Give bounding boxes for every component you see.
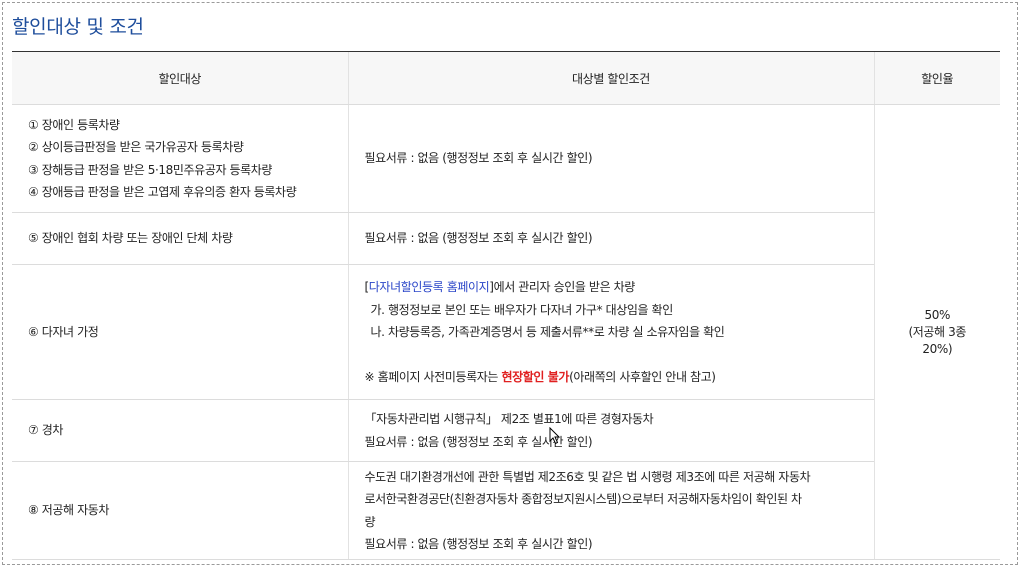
rate-value: 50% (924, 307, 951, 322)
target-item: ⑧ 저공해 자동차 (28, 503, 110, 518)
target-item: ⑥ 다자녀 가정 (28, 324, 99, 339)
discount-table: 할인대상 대상별 할인조건 할인율 ① 장애인 등록차량 ② 상이등급판정을 받… (12, 51, 1000, 560)
target-item: ④ 장애등급 판정을 받은 고엽제 후유의증 환자 등록차량 (28, 185, 297, 199)
target-item: ⑤ 장애인 협회 차량 또는 장애인 단체 차량 (28, 231, 233, 246)
notice-suffix: (아래쪽의 사후할인 안내 참고) (569, 369, 716, 384)
notice-prefix: ※ 홈페이지 사전미등록자는 (364, 369, 502, 384)
notice-highlight: 현장할인 불가 (501, 369, 570, 384)
mouse-cursor-icon (549, 427, 561, 445)
table-row: ① 장애인 등록차량 ② 상이등급판정을 받은 국가유공자 등록차량 ③ 장해등… (12, 104, 1000, 560)
condition-text: 량 (364, 514, 376, 529)
condition-line: [다자녀할인등록 홈페이지]에서 관리자 승인을 받은 차량 (365, 276, 858, 299)
condition-text: 「자동차관리법 시행규칙」 제2조 별표1에 따른 경형자동차 (364, 412, 654, 426)
target-cell: ⑦ 경차 (12, 399, 348, 462)
notice-line: ※ 홈페이지 사전미등록자는 현장할인 불가(아래쪽의 사후할인 안내 참고) (365, 366, 858, 389)
target-item: ① 장애인 등록차량 (28, 117, 120, 132)
condition-text: 로서한국환경공단(친환경자동차 종합정보지원시스템)으로부터 저공해자동차임이 … (364, 492, 803, 506)
condition-text: 수도권 대기환경개선에 관한 특별법 제2조6호 및 같은 법 시행령 제3조에… (364, 469, 811, 484)
condition-text: 필요서류 : 없음 (행정정보 조회 후 실시간 할인) (364, 151, 593, 166)
target-cell: ① 장애인 등록차량 ② 상이등급판정을 받은 국가유공자 등록차량 ③ 장해등… (12, 104, 348, 213)
rate-note: 20%) (922, 341, 953, 356)
rate-cell: 50% (저공해 3종 20%) (873, 104, 1000, 560)
multichild-registration-link[interactable]: 다자녀할인등록 홈페이지 (369, 280, 490, 294)
target-item: ⑦ 경차 (28, 423, 64, 438)
condition-text: 필요서류 : 없음 (행정정보 조회 후 실시간 할인) (364, 434, 593, 449)
condition-text: 필요서류 : 없음 (행정정보 조회 후 실시간 할인) (364, 231, 593, 246)
condition-cell: [다자녀할인등록 홈페이지]에서 관리자 승인을 받은 차량 가. 행정정보로 … (347, 264, 874, 400)
condition-cell: 「자동차관리법 시행규칙」 제2조 별표1에 따른 경형자동차 필요서류 : 없… (347, 399, 874, 462)
condition-text: 필요서류 : 없음 (행정정보 조회 후 실시간 할인) (364, 537, 593, 551)
table-row: ⑥ 다자녀 가정 [다자녀할인등록 홈페이지]에서 관리자 승인을 받은 차량 … (12, 264, 1000, 400)
target-cell: ⑤ 장애인 협회 차량 또는 장애인 단체 차량 (12, 212, 348, 265)
target-cell: ⑥ 다자녀 가정 (12, 264, 348, 400)
table-header-row: 할인대상 대상별 할인조건 할인율 (12, 51, 1000, 105)
section-title: 할인대상 및 조건 (12, 16, 144, 38)
condition-subitem: 가. 행정정보로 본인 또는 배우자가 다자녀 가구* 대상임을 확인 (370, 302, 674, 317)
header-target: 할인대상 (12, 51, 348, 105)
header-rate: 할인율 (873, 51, 1000, 105)
condition-cell: 필요서류 : 없음 (행정정보 조회 후 실시간 할인) (347, 212, 874, 265)
header-condition: 대상별 할인조건 (347, 51, 874, 105)
rate-note: (저공해 3종 (908, 324, 967, 339)
table-row: ⑧ 저공해 자동차 수도권 대기환경개선에 관한 특별법 제2조6호 및 같은 … (12, 461, 1000, 560)
condition-cell: 수도권 대기환경개선에 관한 특별법 제2조6호 및 같은 법 시행령 제3조에… (347, 461, 874, 560)
target-item: ③ 장해등급 판정을 받은 5·18민주유공자 등록차량 (28, 162, 273, 177)
condition-cell: 필요서류 : 없음 (행정정보 조회 후 실시간 할인) (347, 104, 874, 213)
condition-subitem: 나. 차량등록증, 가족관계증명서 등 제출서류**로 차량 실 소유자임을 확… (370, 325, 725, 339)
target-item: ② 상이등급판정을 받은 국가유공자 등록차량 (28, 140, 244, 154)
target-cell: ⑧ 저공해 자동차 (12, 461, 348, 560)
table-row: ⑦ 경차 「자동차관리법 시행규칙」 제2조 별표1에 따른 경형자동차 필요서… (12, 399, 1000, 462)
link-suffix-text: 에서 관리자 승인을 받은 차량 (493, 280, 636, 294)
table-row: ⑤ 장애인 협회 차량 또는 장애인 단체 차량 필요서류 : 없음 (행정정보… (12, 212, 1000, 265)
